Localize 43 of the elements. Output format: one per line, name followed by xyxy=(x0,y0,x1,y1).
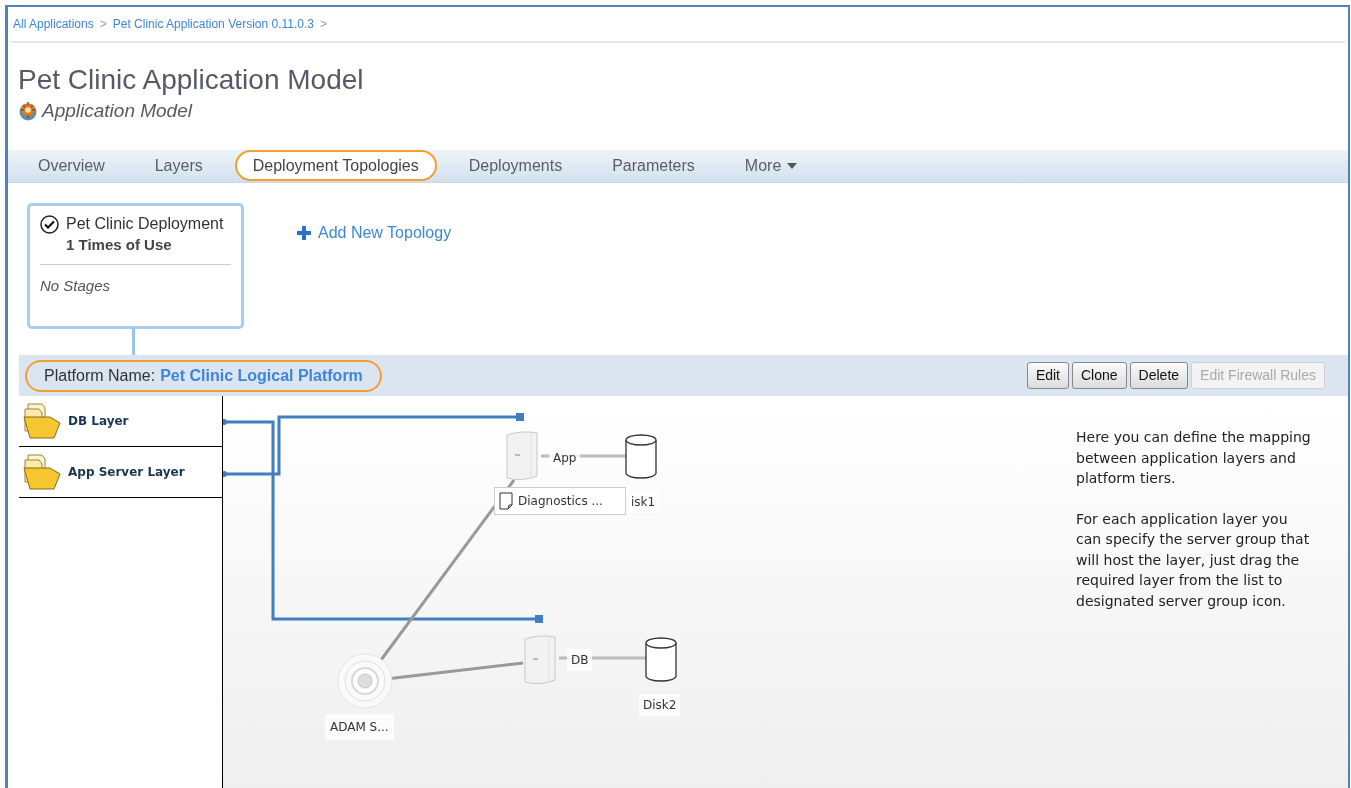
action-button[interactable]: Delete xyxy=(1129,362,1189,389)
attachment-tag[interactable]: Diagnostics ... xyxy=(494,487,626,515)
add-topology-link[interactable]: Add New Topology xyxy=(296,221,452,245)
platform-link[interactable]: Pet Clinic Logical Platform xyxy=(160,363,363,388)
folder-icon xyxy=(22,402,62,440)
breadcrumb-link[interactable]: All Applications xyxy=(13,15,94,33)
breadcrumb-separator: > xyxy=(319,16,327,33)
usage-count: 1 Times of Use xyxy=(66,235,173,255)
server-label: DB xyxy=(567,649,593,671)
folder-icon xyxy=(22,453,62,491)
tab[interactable]: Deployment Topologies xyxy=(234,150,437,181)
help-text: Here you can define the mapping between application layers and platform tiers. xyxy=(1076,428,1312,488)
document-icon xyxy=(499,492,513,510)
plus-icon xyxy=(296,225,312,241)
layer-item[interactable]: DB Layer xyxy=(19,396,222,447)
help-text: For each application layer you can specify the server group that will host the layer, just drag the required layer from the list to designated server group icon. xyxy=(1076,509,1311,611)
tab[interactable]: Deployments xyxy=(444,150,587,181)
topology-card[interactable]: Pet Clinic Deployment 1 Times of Use No Stages xyxy=(27,203,244,329)
topology-name: Pet Clinic Deployment xyxy=(66,214,224,234)
tab[interactable]: More xyxy=(720,150,822,181)
tab[interactable]: Overview xyxy=(14,150,129,181)
hub-label: ADAM S... xyxy=(325,714,394,740)
layer-item[interactable]: App Server Layer xyxy=(19,447,222,498)
disk-icon xyxy=(645,637,677,682)
disk-icon xyxy=(625,434,657,479)
breadcrumb-separator: > xyxy=(99,16,107,33)
stages-text: No Stages xyxy=(40,276,112,296)
page-title: Pet Clinic Application Model xyxy=(18,63,365,97)
disk-label: isk1 xyxy=(627,491,660,513)
hub-icon xyxy=(337,653,393,709)
action-button: Edit Firewall Rules xyxy=(1191,362,1325,389)
action-button[interactable]: Edit xyxy=(1026,362,1069,389)
checkmark-icon xyxy=(40,215,59,234)
tab[interactable]: Layers xyxy=(130,150,227,181)
tab[interactable]: Parameters xyxy=(588,150,719,181)
breadcrumb-link[interactable]: Pet Clinic Application Version 0.11.0.3 xyxy=(112,15,314,33)
page-subtitle: Application Model xyxy=(42,99,192,123)
disk-label: Disk2 xyxy=(639,694,681,716)
server-icon xyxy=(503,430,541,482)
action-button[interactable]: Clone xyxy=(1072,362,1127,389)
server-icon xyxy=(521,634,559,686)
platform-label: Platform Name: xyxy=(44,365,156,386)
gear-icon xyxy=(18,101,38,122)
